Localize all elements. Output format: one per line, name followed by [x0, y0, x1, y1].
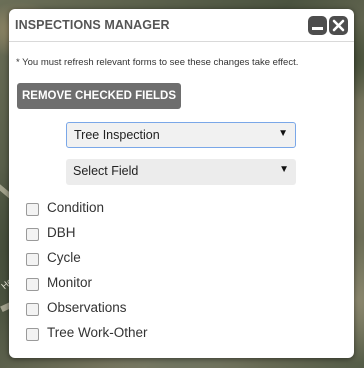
minimize-button[interactable]: [308, 16, 327, 35]
dialog-title: INSPECTIONS MANAGER: [15, 18, 170, 32]
checkbox[interactable]: [26, 303, 39, 316]
field-label: Observations: [47, 300, 127, 315]
checkbox[interactable]: [26, 278, 39, 291]
caret-down-icon: ▼: [278, 128, 288, 139]
field-label: Condition: [47, 200, 105, 215]
field-label: Cycle: [47, 250, 81, 265]
field-label: Tree Work-Other: [47, 325, 148, 340]
checkbox[interactable]: [26, 253, 39, 266]
minimize-icon: [312, 27, 323, 30]
caret-down-icon: ▼: [279, 164, 289, 175]
checkbox[interactable]: [26, 328, 39, 341]
dialog-header[interactable]: INSPECTIONS MANAGER: [9, 9, 354, 42]
field-select[interactable]: Select Field ▼: [66, 159, 296, 185]
checkbox[interactable]: [26, 203, 39, 216]
inspection-type-selected-value: Tree Inspection: [74, 128, 160, 142]
field-label: DBH: [47, 225, 76, 240]
refresh-notice: * You must refresh relevant forms to see…: [16, 57, 299, 68]
field-label: Monitor: [47, 275, 93, 290]
field-select-value: Select Field: [73, 164, 139, 178]
inspection-type-select[interactable]: Tree Inspection ▼: [66, 122, 296, 148]
remove-checked-fields-button[interactable]: REMOVE CHECKED FIELDS: [17, 83, 181, 109]
checkbox[interactable]: [26, 228, 39, 241]
close-button[interactable]: [329, 16, 348, 35]
inspections-manager-dialog: INSPECTIONS MANAGER * You must refresh r…: [9, 9, 354, 358]
close-icon: [332, 19, 345, 32]
